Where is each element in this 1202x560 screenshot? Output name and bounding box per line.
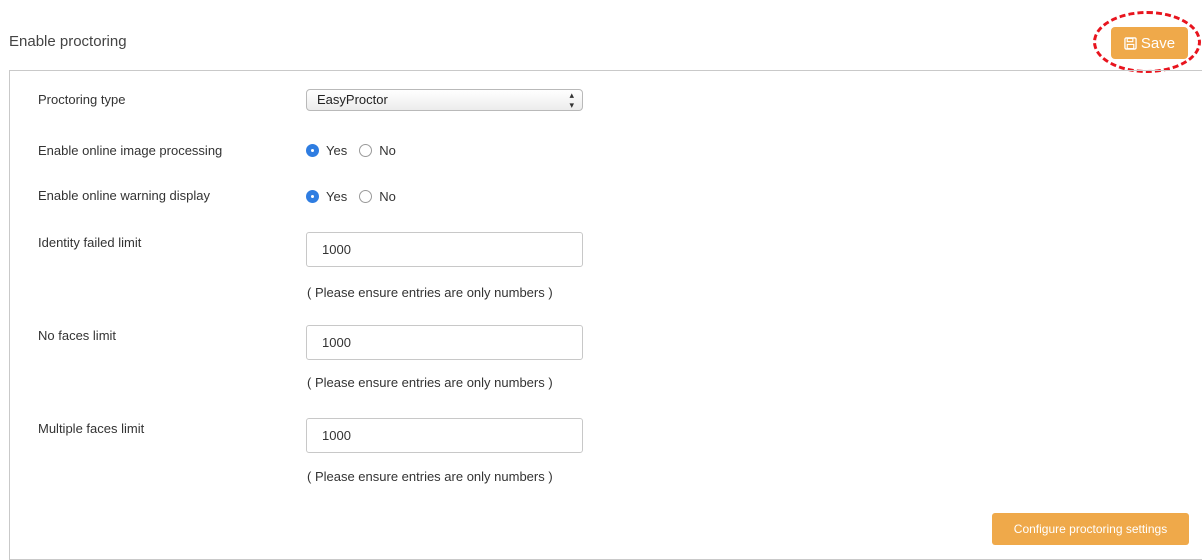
warning-display-no-label[interactable]: No bbox=[379, 189, 396, 204]
floppy-disk-icon bbox=[1124, 36, 1137, 50]
multiple-faces-limit-hint: ( Please ensure entries are only numbers… bbox=[307, 469, 553, 484]
no-faces-limit-label: No faces limit bbox=[38, 328, 117, 343]
multiple-faces-limit-input[interactable] bbox=[306, 418, 583, 453]
identity-failed-limit-input[interactable] bbox=[306, 232, 583, 267]
page-title: Enable proctoring bbox=[9, 33, 127, 50]
no-faces-limit-input[interactable] bbox=[306, 325, 583, 360]
warning-display-yes-label[interactable]: Yes bbox=[326, 189, 347, 204]
proctoring-type-label: Proctoring type bbox=[38, 92, 126, 107]
image-processing-yes-label[interactable]: Yes bbox=[326, 143, 347, 158]
select-arrows-icon: ▴ ▾ bbox=[569, 90, 574, 110]
identity-failed-limit-hint: ( Please ensure entries are only numbers… bbox=[307, 285, 553, 300]
proctoring-type-value: EasyProctor bbox=[317, 92, 388, 107]
save-button-label: Save bbox=[1140, 34, 1176, 52]
warning-display-yes-radio[interactable] bbox=[306, 190, 319, 203]
configure-proctoring-button[interactable]: Configure proctoring settings bbox=[992, 513, 1189, 545]
image-processing-label: Enable online image processing bbox=[38, 143, 223, 158]
identity-failed-limit-label: Identity failed limit bbox=[38, 235, 142, 250]
warning-display-label: Enable online warning display bbox=[38, 188, 211, 203]
image-processing-no-label[interactable]: No bbox=[379, 143, 396, 158]
warning-display-radio-group: Yes No bbox=[306, 189, 408, 204]
image-processing-radio-group: Yes No bbox=[306, 143, 408, 158]
proctoring-type-select[interactable]: EasyProctor ▴ ▾ bbox=[306, 89, 583, 111]
no-faces-limit-hint: ( Please ensure entries are only numbers… bbox=[307, 375, 553, 390]
multiple-faces-limit-label: Multiple faces limit bbox=[38, 421, 145, 436]
image-processing-no-radio[interactable] bbox=[359, 144, 373, 157]
image-processing-yes-radio[interactable] bbox=[306, 144, 319, 157]
save-button[interactable]: Save bbox=[1111, 27, 1188, 59]
warning-display-no-radio[interactable] bbox=[359, 190, 373, 203]
